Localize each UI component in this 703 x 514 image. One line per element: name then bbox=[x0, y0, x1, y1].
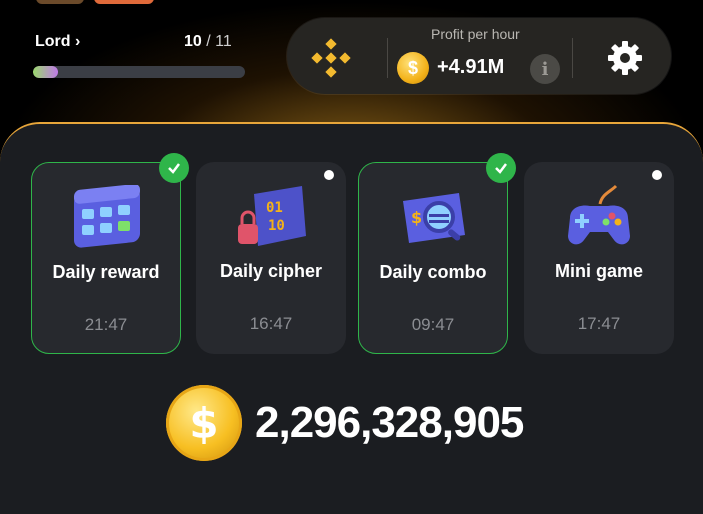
svg-text:$: $ bbox=[411, 208, 422, 227]
divider bbox=[387, 38, 388, 78]
profit-label: Profit per hour bbox=[431, 26, 520, 42]
profit-panel: Profit per hour $ +4.91M i bbox=[287, 18, 671, 94]
task-title: Daily reward bbox=[52, 262, 160, 282]
svg-text:10: 10 bbox=[268, 218, 285, 234]
info-icon[interactable]: i bbox=[530, 54, 560, 84]
chevron-right-icon: › bbox=[75, 33, 81, 50]
status-dot bbox=[324, 170, 334, 180]
balance-value: 2,296,328,905 bbox=[255, 398, 524, 447]
check-icon bbox=[159, 153, 189, 183]
level-progress-bar bbox=[33, 66, 245, 78]
svg-text:01: 01 bbox=[266, 200, 283, 216]
task-title: Daily cipher bbox=[219, 261, 323, 281]
check-icon bbox=[486, 153, 516, 183]
task-card-daily-reward[interactable]: Daily reward 21:47 bbox=[31, 153, 189, 354]
avatar-secondary[interactable] bbox=[94, 0, 154, 4]
task-time: 09:47 bbox=[411, 315, 455, 334]
gamepad-icon bbox=[568, 184, 630, 245]
task-time: 21:47 bbox=[84, 315, 128, 334]
binance-logo-icon[interactable] bbox=[309, 36, 353, 80]
task-title: Daily combo bbox=[379, 262, 487, 282]
coin-symbol: $ bbox=[189, 398, 219, 448]
coin-icon: $ bbox=[166, 385, 242, 461]
cipher-lock-icon: 01 10 bbox=[238, 186, 306, 246]
rank-link[interactable]: Lord › bbox=[35, 33, 80, 51]
coin-icon: $ bbox=[397, 52, 429, 84]
divider bbox=[572, 38, 573, 78]
task-time: 16:47 bbox=[249, 314, 293, 333]
level-total: / 11 bbox=[206, 33, 232, 50]
task-card-daily-cipher[interactable]: 01 10 Daily cipher 16:47 bbox=[196, 162, 346, 354]
combo-card-icon: $ bbox=[403, 193, 465, 243]
gear-icon[interactable] bbox=[605, 38, 645, 78]
status-dot bbox=[652, 170, 662, 180]
level-counter: 10 / 11 bbox=[184, 33, 232, 51]
task-card-daily-combo[interactable]: $ Daily combo 09:47 bbox=[358, 153, 516, 354]
task-title: Mini game bbox=[554, 261, 643, 281]
task-card-mini-game[interactable]: Mini game 17:47 bbox=[524, 162, 674, 354]
profit-value: +4.91M bbox=[437, 56, 505, 78]
level-current: 10 bbox=[184, 33, 202, 50]
avatar[interactable] bbox=[36, 0, 84, 4]
task-time: 17:47 bbox=[577, 314, 621, 333]
rank-label: Lord bbox=[35, 33, 71, 50]
calendar-icon bbox=[74, 185, 140, 248]
level-progress-fill bbox=[33, 66, 59, 78]
